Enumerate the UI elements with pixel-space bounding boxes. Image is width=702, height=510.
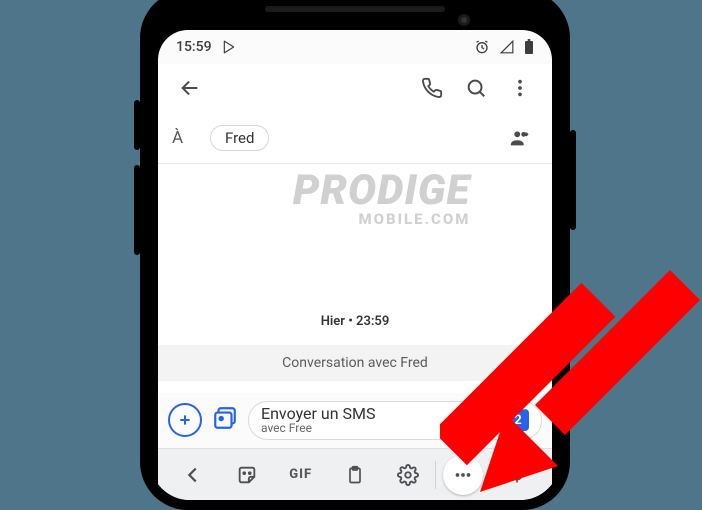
front-camera — [458, 14, 470, 26]
clipboard-button[interactable] — [328, 464, 382, 486]
gif-button[interactable]: GIF — [274, 467, 328, 482]
signal-icon — [500, 40, 514, 54]
placeholder-line1: Envoyer un SMS — [261, 406, 469, 423]
call-button[interactable] — [414, 70, 450, 106]
emoji-button[interactable] — [477, 407, 499, 433]
add-group-button[interactable] — [502, 120, 538, 156]
phone-frame: 15:59 — [140, 0, 570, 510]
gallery-button[interactable] — [212, 405, 238, 435]
phone-side-button — [134, 165, 140, 255]
alarm-icon — [474, 39, 490, 55]
phone-side-button — [570, 130, 576, 230]
placeholder-line2: avec Free — [261, 422, 469, 435]
conversation-area[interactable]: PRODIGE MOBILE.COM Hier • 23:59 Conversa… — [158, 164, 552, 393]
status-bar: 15:59 — [158, 30, 552, 64]
phone-bezel: 15:59 — [150, 0, 560, 500]
keyboard-back-button[interactable] — [166, 464, 220, 486]
watermark: PRODIGE MOBILE.COM — [293, 173, 470, 225]
back-button[interactable] — [172, 70, 208, 106]
sim-select-button[interactable]: 2 — [507, 409, 529, 431]
voice-input-button[interactable] — [490, 464, 544, 486]
settings-button[interactable] — [381, 464, 435, 486]
phone-side-button — [134, 100, 140, 150]
conversation-timestamp: Hier • 23:59 — [321, 314, 390, 329]
battery-icon — [524, 39, 534, 55]
keyboard-toolbar: GIF — [158, 448, 552, 500]
message-input[interactable]: Envoyer un SMS avec Free 2 — [248, 401, 542, 440]
search-button[interactable] — [458, 70, 494, 106]
keyboard-more-button[interactable] — [436, 455, 490, 495]
recipient-row: À Fred — [158, 112, 552, 164]
add-attachment-button[interactable] — [168, 403, 202, 437]
conversation-start-banner: Conversation avec Fred — [158, 345, 552, 381]
more-options-button[interactable] — [502, 70, 538, 106]
play-store-icon — [222, 40, 236, 54]
phone-screen: 15:59 — [158, 30, 552, 500]
watermark-line1: PRODIGE — [293, 166, 470, 215]
watermark-line2: MOBILE.COM — [293, 213, 470, 226]
sticker-button[interactable] — [220, 464, 274, 486]
app-bar — [158, 64, 552, 112]
recipient-chip[interactable]: Fred — [210, 125, 269, 151]
status-time: 15:59 — [176, 39, 212, 55]
recipient-label: À — [172, 128, 196, 148]
message-placeholder: Envoyer un SMS avec Free — [261, 406, 469, 435]
compose-bar: Envoyer un SMS avec Free 2 — [158, 393, 552, 448]
